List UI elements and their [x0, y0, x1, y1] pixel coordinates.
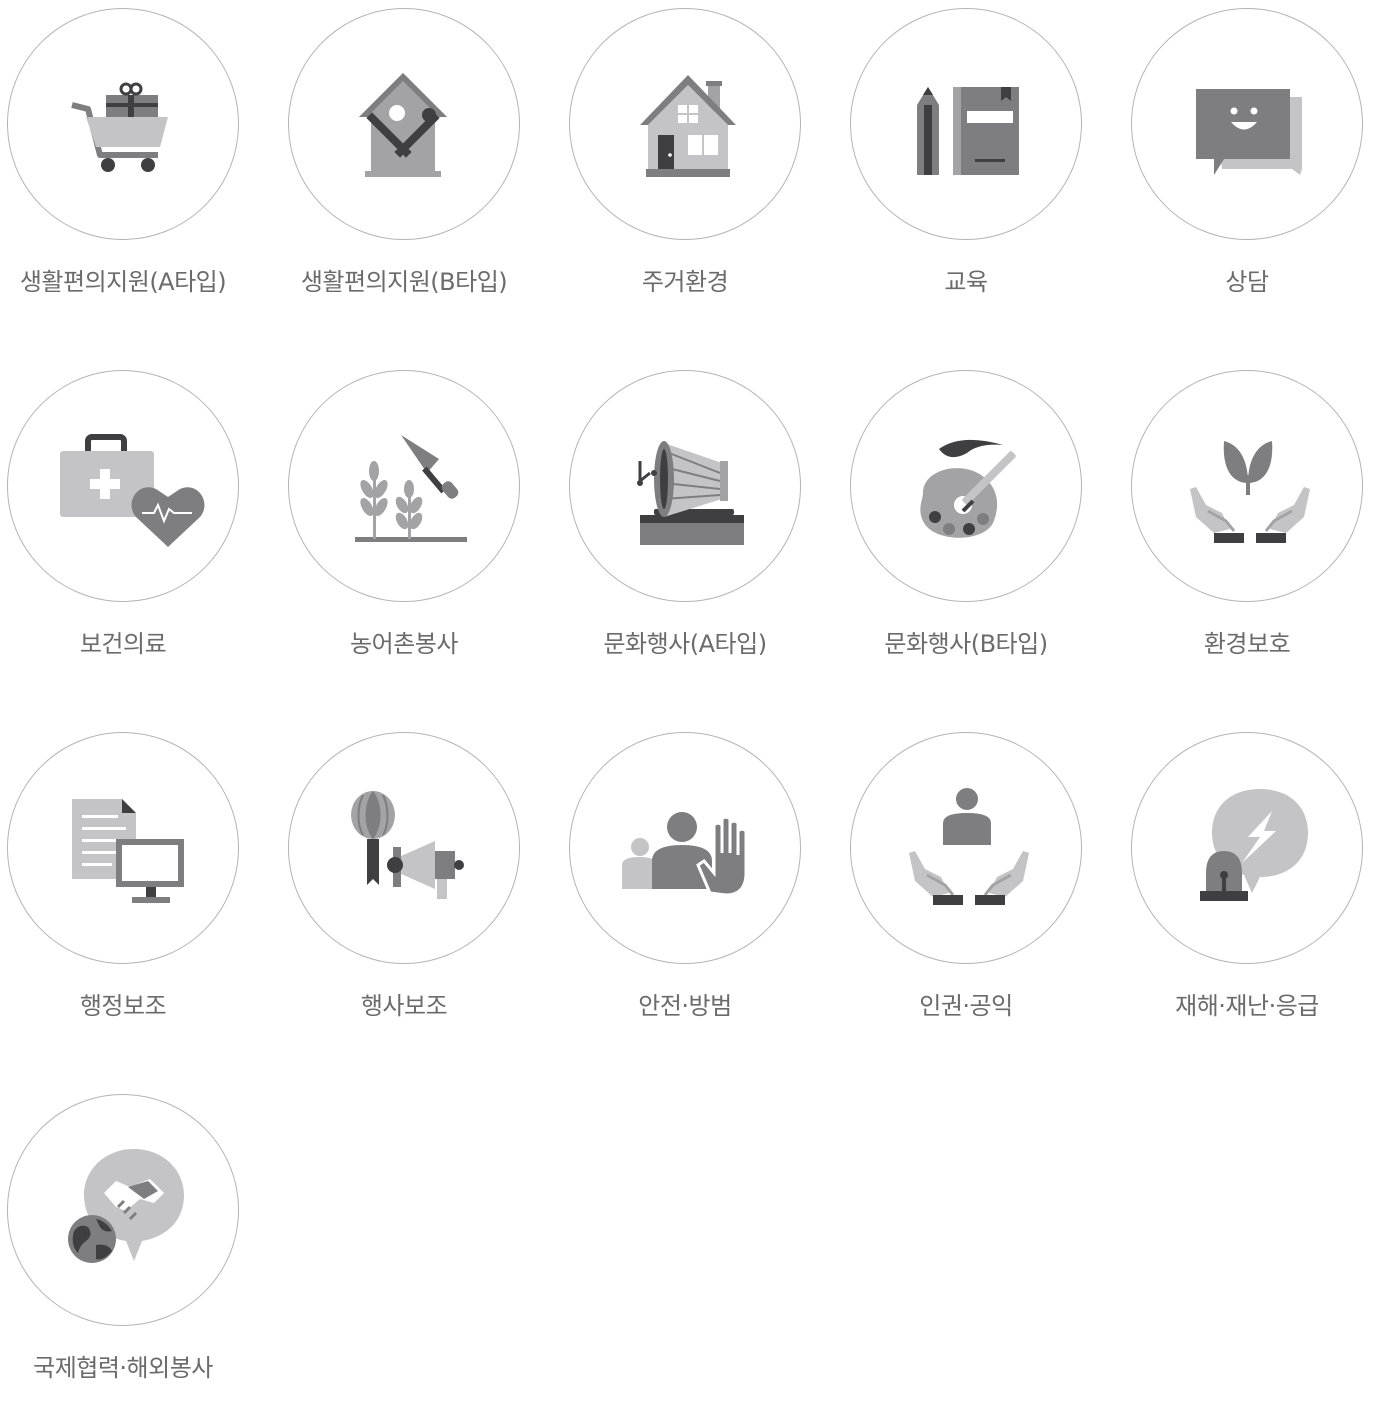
category-circle[interactable] — [7, 8, 239, 240]
category-safety-crime-prevention[interactable]: 안전·방범 — [562, 724, 843, 1064]
balloon-megaphone-icon — [351, 791, 464, 899]
hands-person-icon — [909, 788, 1029, 905]
category-label: 행사보조 — [360, 992, 448, 1020]
category-counseling[interactable]: 상담 — [1124, 0, 1381, 340]
category-circle[interactable] — [850, 8, 1082, 240]
house-repair-tools-icon — [359, 73, 447, 177]
category-label: 행정보조 — [79, 992, 167, 1020]
category-label: 보건의료 — [79, 630, 167, 658]
category-label: 농어촌봉사 — [350, 630, 458, 658]
category-label: 주거환경 — [641, 268, 729, 296]
category-cultural-event-a[interactable]: 문화행사(A타입) — [562, 362, 843, 702]
category-housing-environment[interactable]: 주거환경 — [562, 0, 843, 340]
category-administrative-assistance[interactable]: 행정보조 — [0, 724, 281, 1064]
house-icon — [640, 75, 736, 177]
category-circle[interactable] — [569, 732, 801, 964]
chat-bubble-smile-icon — [1196, 89, 1302, 175]
category-circle[interactable] — [1131, 8, 1363, 240]
gramophone-icon — [637, 441, 744, 545]
category-circle[interactable] — [7, 732, 239, 964]
category-label: 교육 — [944, 268, 988, 296]
category-circle[interactable] — [850, 370, 1082, 602]
category-label: 문화행사(A타입) — [603, 630, 767, 658]
category-label: 국제협력·해외봉사 — [33, 1354, 213, 1382]
category-label: 생활편의지원(B타입) — [300, 268, 508, 296]
medical-kit-heart-icon — [60, 434, 205, 547]
category-circle[interactable] — [7, 370, 239, 602]
category-human-rights-public-interest[interactable]: 인권·공익 — [843, 724, 1124, 1064]
wheat-trowel-icon — [355, 435, 467, 542]
globe-handshake-icon — [68, 1149, 184, 1263]
category-cultural-event-b[interactable]: 문화행사(B타입) — [843, 362, 1124, 702]
category-circle[interactable] — [288, 370, 520, 602]
category-education[interactable]: 교육 — [843, 0, 1124, 340]
siren-lightning-icon — [1200, 789, 1308, 901]
category-daily-life-support-a[interactable]: 생활편의지원(A타입) — [0, 0, 281, 340]
category-circle[interactable] — [850, 732, 1082, 964]
category-label: 인권·공익 — [919, 992, 1013, 1020]
category-rural-volunteering[interactable]: 농어촌봉사 — [281, 362, 562, 702]
category-circle[interactable] — [1131, 732, 1363, 964]
category-disaster-emergency[interactable]: 재해·재난·응급 — [1124, 724, 1381, 1064]
category-circle[interactable] — [288, 732, 520, 964]
hands-sprout-icon — [1190, 441, 1310, 543]
document-monitor-icon — [72, 799, 184, 903]
category-label: 안전·방범 — [638, 992, 732, 1020]
pencil-book-icon — [917, 87, 1019, 175]
paint-palette-icon — [920, 439, 1016, 538]
category-international-cooperation[interactable]: 국제협력·해외봉사 — [0, 1086, 281, 1426]
category-circle[interactable] — [7, 1094, 239, 1326]
category-event-assistance[interactable]: 행사보조 — [281, 724, 562, 1064]
category-label: 환경보호 — [1203, 630, 1291, 658]
category-healthcare[interactable]: 보건의료 — [0, 362, 281, 702]
category-circle[interactable] — [1131, 370, 1363, 602]
category-circle[interactable] — [569, 8, 801, 240]
volunteer-category-grid: 생활편의지원(A타입) 생활편의지원(B타입) 주거환경 교육 상담 보건의료 … — [0, 0, 1381, 1383]
shopping-cart-gift-icon — [71, 82, 168, 172]
people-stop-hand-icon — [622, 812, 748, 897]
category-label: 상담 — [1225, 268, 1269, 296]
category-label: 재해·재난·응급 — [1175, 992, 1319, 1020]
category-environmental-protection[interactable]: 환경보호 — [1124, 362, 1381, 702]
category-circle[interactable] — [288, 8, 520, 240]
category-daily-life-support-b[interactable]: 생활편의지원(B타입) — [281, 0, 562, 340]
category-label: 문화행사(B타입) — [884, 630, 1048, 658]
category-label: 생활편의지원(A타입) — [19, 268, 227, 296]
category-circle[interactable] — [569, 370, 801, 602]
